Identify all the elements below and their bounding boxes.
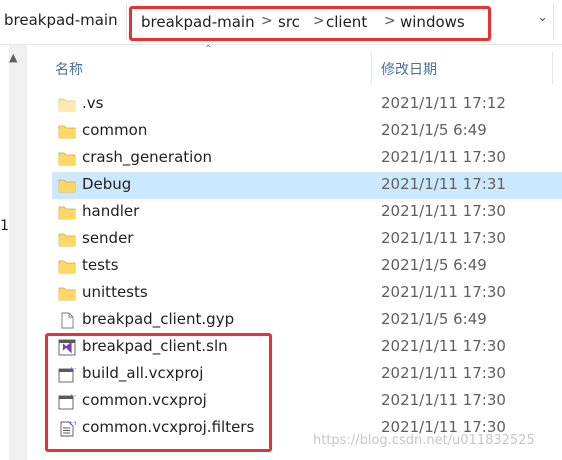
file-row[interactable]: crash_generation 2021/1/11 17:30 (52, 145, 562, 172)
breadcrumb-chevron[interactable]: > (313, 13, 325, 29)
column-header: 名称 ⌃ 修改日期 (52, 44, 562, 88)
file-row[interactable]: unittests 2021/1/11 17:30 (52, 280, 562, 307)
file-row[interactable]: Debug 2021/1/11 17:31 (52, 172, 562, 199)
toolbar-divider (126, 4, 127, 40)
breadcrumb-src[interactable]: src (278, 13, 300, 31)
file-name: .vs (82, 94, 104, 112)
file-row[interactable]: sender 2021/1/11 17:30 (52, 226, 562, 253)
file-row[interactable]: tests 2021/1/5 6:49 (52, 253, 562, 280)
address-toolbar: breakpad-main breakpad-main > src > clie… (0, 0, 562, 45)
file-date-modified: 2021/1/11 17:31 (381, 175, 506, 193)
file-name: common (82, 121, 148, 139)
folder-icon (58, 204, 76, 221)
file-date-modified: 2021/1/11 17:30 (381, 202, 506, 220)
file-row[interactable]: handler 2021/1/11 17:30 (52, 199, 562, 226)
file-name: crash_generation (82, 148, 213, 166)
navigation-pane-text: 1 (0, 218, 9, 234)
breadcrumb-chevron[interactable]: > (384, 13, 396, 29)
folder-icon (58, 123, 76, 140)
breadcrumb-chevron[interactable]: > (261, 13, 273, 29)
file-row[interactable]: common 2021/1/5 6:49 (52, 118, 562, 145)
highlight-box (45, 333, 272, 452)
chevron-down-icon[interactable]: ⌄ (537, 10, 548, 25)
toolbar-divider (553, 4, 554, 40)
file-date-modified: 2021/1/11 17:12 (381, 94, 506, 112)
file-name: unittests (82, 283, 148, 301)
file-date-modified: 2021/1/11 17:30 (381, 364, 506, 382)
file-name: tests (82, 256, 119, 274)
folder-icon (58, 150, 76, 167)
breadcrumb-windows[interactable]: windows (400, 13, 465, 31)
scroll-up-arrow-icon[interactable]: ▲ (9, 51, 17, 64)
file-date-modified: 2021/1/11 17:30 (381, 283, 506, 301)
file-date-modified: 2021/1/11 17:30 (381, 229, 506, 247)
column-name-header[interactable]: 名称 (55, 59, 83, 79)
column-divider[interactable] (552, 52, 553, 84)
file-date-modified: 2021/1/11 17:30 (381, 337, 506, 355)
folder-icon (58, 177, 76, 194)
folder-icon-light (58, 96, 76, 113)
column-date-header[interactable]: 修改日期 (381, 59, 437, 79)
window-title: breakpad-main (4, 11, 118, 29)
watermark: https://blog.csdn.net/u011832525 (313, 433, 535, 448)
file-name: handler (82, 202, 140, 220)
file-date-modified: 2021/1/5 6:49 (381, 121, 487, 139)
file-icon (58, 312, 76, 329)
file-row[interactable]: breakpad_client.gyp 2021/1/5 6:49 (52, 307, 562, 334)
sort-ascending-icon: ⌃ (204, 44, 213, 55)
file-date-modified: 2021/1/11 17:30 (381, 391, 506, 409)
file-name: Debug (82, 175, 132, 193)
file-name: breakpad_client.gyp (82, 310, 235, 328)
folder-icon (58, 258, 76, 275)
folder-icon (58, 231, 76, 248)
folder-icon (58, 285, 76, 302)
breadcrumb-breakpad-main[interactable]: breakpad-main (141, 13, 255, 31)
file-date-modified: 2021/1/5 6:49 (381, 256, 487, 274)
vertical-scrollbar[interactable] (9, 45, 27, 460)
file-date-modified: 2021/1/11 17:30 (381, 148, 506, 166)
breadcrumb-client[interactable]: client (326, 13, 367, 31)
file-row[interactable]: .vs 2021/1/11 17:12 (52, 91, 562, 118)
file-name: sender (82, 229, 134, 247)
column-divider[interactable] (371, 52, 372, 84)
address-bar[interactable]: breakpad-main > src > client > windows (129, 6, 491, 41)
file-date-modified: 2021/1/5 6:49 (381, 310, 487, 328)
